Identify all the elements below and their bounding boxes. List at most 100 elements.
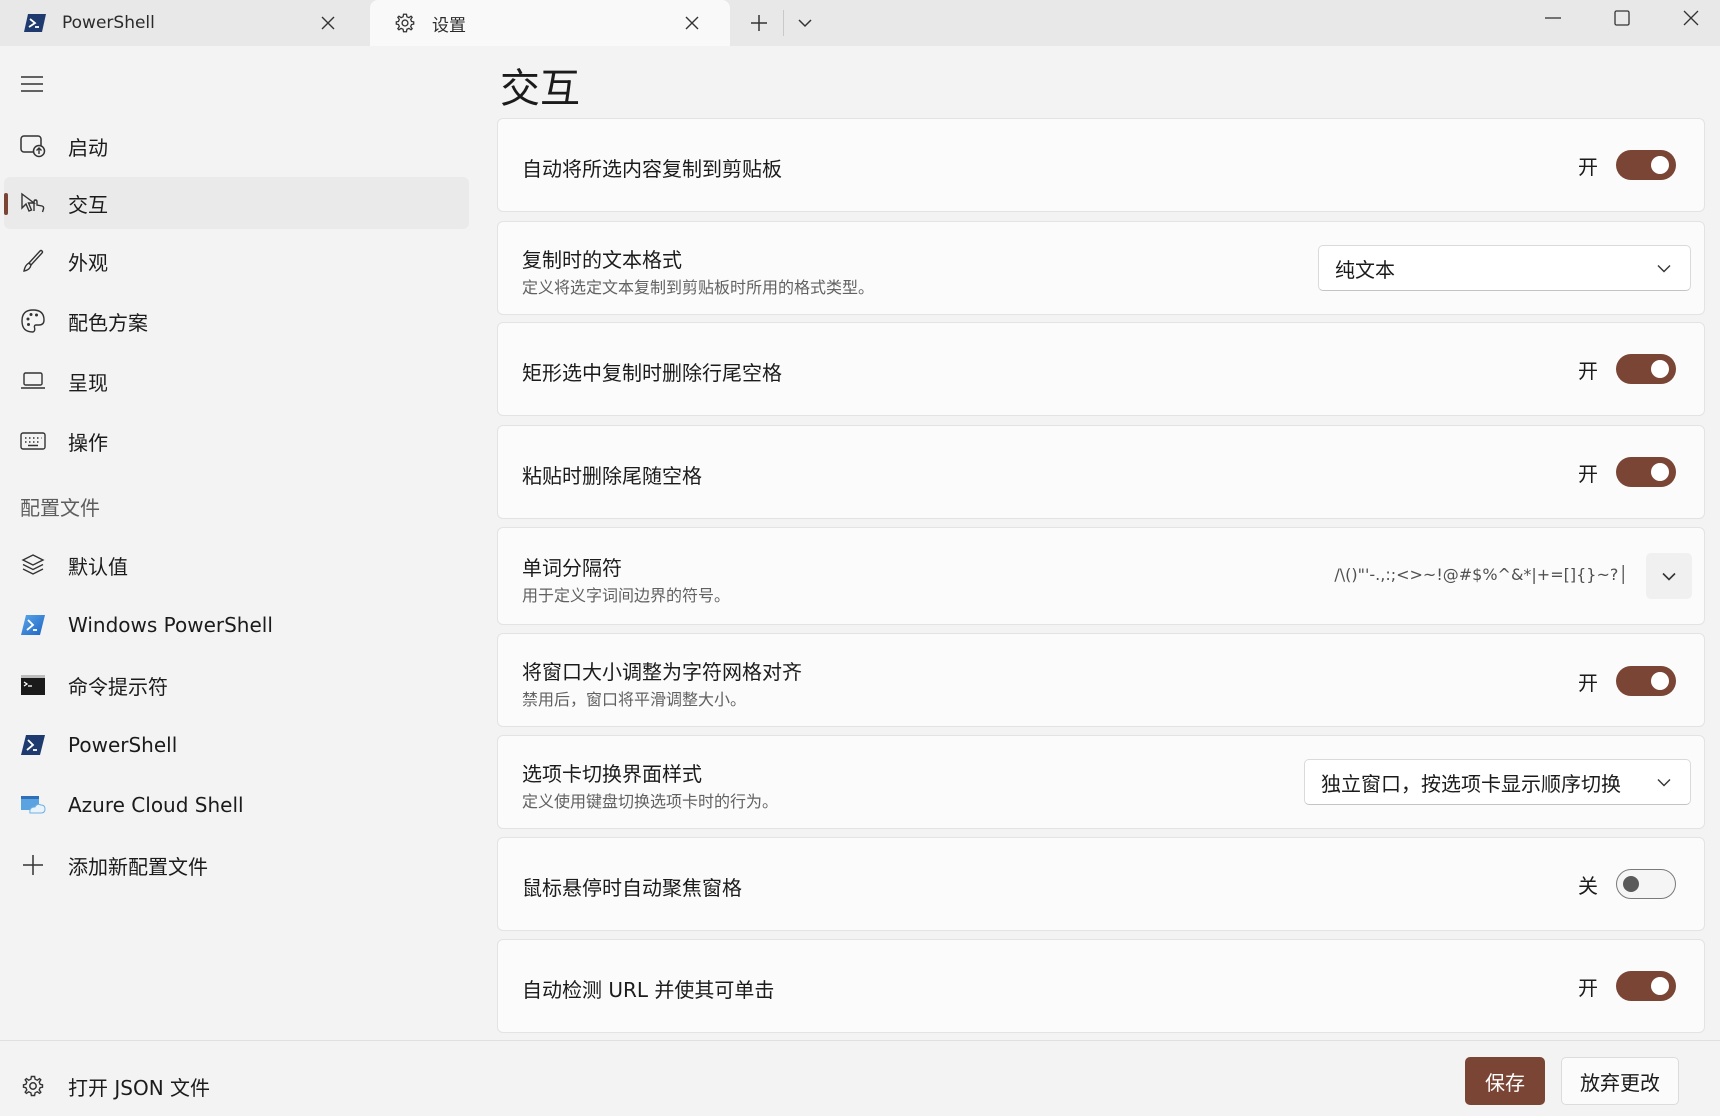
sidebar-item-label: 操作 bbox=[68, 430, 108, 455]
hamburger-icon bbox=[21, 76, 43, 92]
sidebar-item-appearance[interactable]: 外观 bbox=[4, 235, 469, 287]
divider bbox=[0, 1040, 1720, 1041]
chevron-down-icon bbox=[1662, 572, 1676, 581]
setting-title: 粘贴时删除尾随空格 bbox=[522, 464, 702, 488]
sidebar: 启动 交互 外观 配色方案 呈现 操作 配置文件 默认值 Windows Pow… bbox=[0, 46, 476, 1040]
open-json-label: 打开 JSON 文件 bbox=[68, 1075, 211, 1100]
sidebar-item-label: Azure Cloud Shell bbox=[68, 793, 244, 817]
maximize-button[interactable] bbox=[1587, 0, 1657, 36]
focus-follow-mouse-toggle[interactable] bbox=[1616, 869, 1676, 899]
setting-copy-format: 复制时的文本格式 定义将选定文本复制到剪贴板时所用的格式类型。 纯文本 bbox=[497, 221, 1705, 315]
toggle-state-label: 开 bbox=[1578, 461, 1598, 486]
close-icon[interactable] bbox=[316, 11, 340, 35]
snap-to-grid-toggle[interactable] bbox=[1616, 666, 1676, 696]
sidebar-item-label: 默认值 bbox=[68, 554, 128, 579]
sidebar-item-label: 交互 bbox=[68, 192, 108, 217]
close-window-button[interactable] bbox=[1656, 0, 1720, 36]
setting-copy-on-select: 自动将所选内容复制到剪贴板 开 bbox=[497, 118, 1705, 212]
setting-description: 定义将选定文本复制到剪贴板时所用的格式类型。 bbox=[522, 278, 875, 297]
toggle-state-label: 关 bbox=[1578, 873, 1598, 898]
close-icon bbox=[1683, 10, 1699, 26]
sidebar-item-label: PowerShell bbox=[68, 733, 178, 757]
minimize-icon bbox=[1545, 17, 1561, 19]
setting-focus-follow-mouse: 鼠标悬停时自动聚焦窗格 关 bbox=[497, 837, 1705, 931]
setting-trim-paste: 粘贴时删除尾随空格 开 bbox=[497, 425, 1705, 519]
setting-description: 定义使用键盘切换选项卡时的行为。 bbox=[522, 792, 779, 811]
toggle-knob bbox=[1651, 360, 1669, 378]
gear-icon bbox=[394, 12, 416, 34]
hamburger-menu-button[interactable] bbox=[14, 66, 50, 102]
setting-title: 选项卡切换界面样式 bbox=[522, 762, 702, 786]
close-icon[interactable] bbox=[680, 11, 704, 35]
chevron-down-icon bbox=[798, 19, 812, 28]
setting-word-delimiters: 单词分隔符 用于定义字词间边界的符号。 /\()"'-.,:;<>~!@#$%^… bbox=[497, 527, 1705, 625]
setting-detect-urls: 自动检测 URL 并使其可单击 开 bbox=[497, 939, 1705, 1033]
gear-icon bbox=[18, 1071, 48, 1101]
interaction-icon bbox=[18, 188, 48, 218]
sidebar-item-label: 外观 bbox=[68, 250, 108, 275]
sidebar-item-color-schemes[interactable]: 配色方案 bbox=[4, 295, 469, 347]
sidebar-item-azure-cloud-shell[interactable]: Azure Cloud Shell bbox=[4, 779, 469, 831]
selection-indicator bbox=[4, 193, 8, 215]
setting-title: 自动将所选内容复制到剪贴板 bbox=[522, 157, 782, 181]
sidebar-item-command-prompt[interactable]: 命令提示符 bbox=[4, 659, 469, 711]
sidebar-item-label: 配色方案 bbox=[68, 310, 148, 335]
open-json-file-button[interactable]: 打开 JSON 文件 bbox=[4, 1061, 469, 1111]
setting-title: 矩形选中复制时删除行尾空格 bbox=[522, 361, 782, 385]
toggle-knob bbox=[1623, 876, 1639, 892]
brush-icon bbox=[18, 246, 48, 276]
setting-title: 复制时的文本格式 bbox=[522, 248, 682, 272]
save-button[interactable]: 保存 bbox=[1465, 1057, 1545, 1105]
dropdown-value: 纯文本 bbox=[1335, 257, 1395, 282]
copy-on-select-toggle[interactable] bbox=[1616, 150, 1676, 180]
tab-label: 设置 bbox=[432, 15, 466, 36]
copy-format-dropdown[interactable]: 纯文本 bbox=[1318, 245, 1691, 291]
sidebar-item-rendering[interactable]: 呈现 bbox=[4, 355, 469, 407]
sidebar-item-label: Windows PowerShell bbox=[68, 613, 273, 637]
setting-description: 禁用后，窗口将平滑调整大小。 bbox=[522, 690, 747, 709]
sidebar-item-label: 命令提示符 bbox=[68, 674, 168, 699]
setting-title: 将窗口大小调整为字符网格对齐 bbox=[522, 660, 802, 684]
sidebar-item-defaults[interactable]: 默认值 bbox=[4, 539, 469, 591]
discard-changes-button[interactable]: 放弃更改 bbox=[1561, 1057, 1679, 1105]
trim-block-selection-toggle[interactable] bbox=[1616, 354, 1676, 384]
detect-urls-toggle[interactable] bbox=[1616, 971, 1676, 1001]
minimize-button[interactable] bbox=[1518, 0, 1588, 36]
sidebar-item-launch[interactable]: 启动 bbox=[4, 120, 469, 172]
setting-tab-switcher-mode: 选项卡切换界面样式 定义使用键盘切换选项卡时的行为。 独立窗口，按选项卡显示顺序… bbox=[497, 735, 1705, 829]
tab-dropdown-button[interactable] bbox=[785, 6, 825, 40]
toggle-knob bbox=[1651, 463, 1669, 481]
tab-powershell[interactable]: PowerShell bbox=[0, 0, 366, 46]
add-new-profile-button[interactable]: 添加新配置文件 bbox=[4, 839, 469, 891]
sidebar-item-windows-powershell[interactable]: Windows PowerShell bbox=[4, 599, 469, 651]
tab-switcher-mode-dropdown[interactable]: 独立窗口，按选项卡显示顺序切换 bbox=[1304, 759, 1691, 805]
word-delimiters-expand-button[interactable] bbox=[1646, 553, 1692, 599]
keyboard-icon bbox=[18, 426, 48, 456]
toggle-knob bbox=[1651, 977, 1669, 995]
maximize-icon bbox=[1614, 10, 1630, 26]
trim-paste-toggle[interactable] bbox=[1616, 457, 1676, 487]
setting-trim-block-selection: 矩形选中复制时删除行尾空格 开 bbox=[497, 322, 1705, 416]
new-tab-button[interactable] bbox=[739, 6, 779, 40]
sidebar-item-interaction[interactable]: 交互 bbox=[4, 177, 469, 229]
word-delimiters-value[interactable]: /\()"'-.,:;<>~!@#$%^&*|+=[]{}~?│ bbox=[1334, 565, 1628, 584]
azure-icon bbox=[18, 790, 48, 820]
page-title: 交互 bbox=[500, 66, 580, 112]
tab-label: PowerShell bbox=[62, 13, 155, 33]
palette-icon bbox=[18, 306, 48, 336]
setting-title: 自动检测 URL 并使其可单击 bbox=[522, 978, 775, 1002]
chevron-down-icon bbox=[1654, 772, 1674, 792]
powershell-icon bbox=[18, 610, 48, 640]
tab-settings[interactable]: 设置 bbox=[370, 0, 730, 46]
chevron-down-icon bbox=[1654, 258, 1674, 278]
toggle-state-label: 开 bbox=[1578, 358, 1598, 383]
toggle-group: 开 bbox=[1578, 971, 1676, 1001]
powershell-dark-icon bbox=[18, 730, 48, 760]
toggle-state-label: 开 bbox=[1578, 975, 1598, 1000]
sidebar-item-powershell[interactable]: PowerShell bbox=[4, 719, 469, 771]
plus-icon bbox=[751, 15, 767, 31]
setting-title: 单词分隔符 bbox=[522, 556, 622, 580]
toggle-group: 关 bbox=[1578, 869, 1676, 899]
toggle-knob bbox=[1651, 156, 1669, 174]
sidebar-item-actions[interactable]: 操作 bbox=[4, 415, 469, 467]
